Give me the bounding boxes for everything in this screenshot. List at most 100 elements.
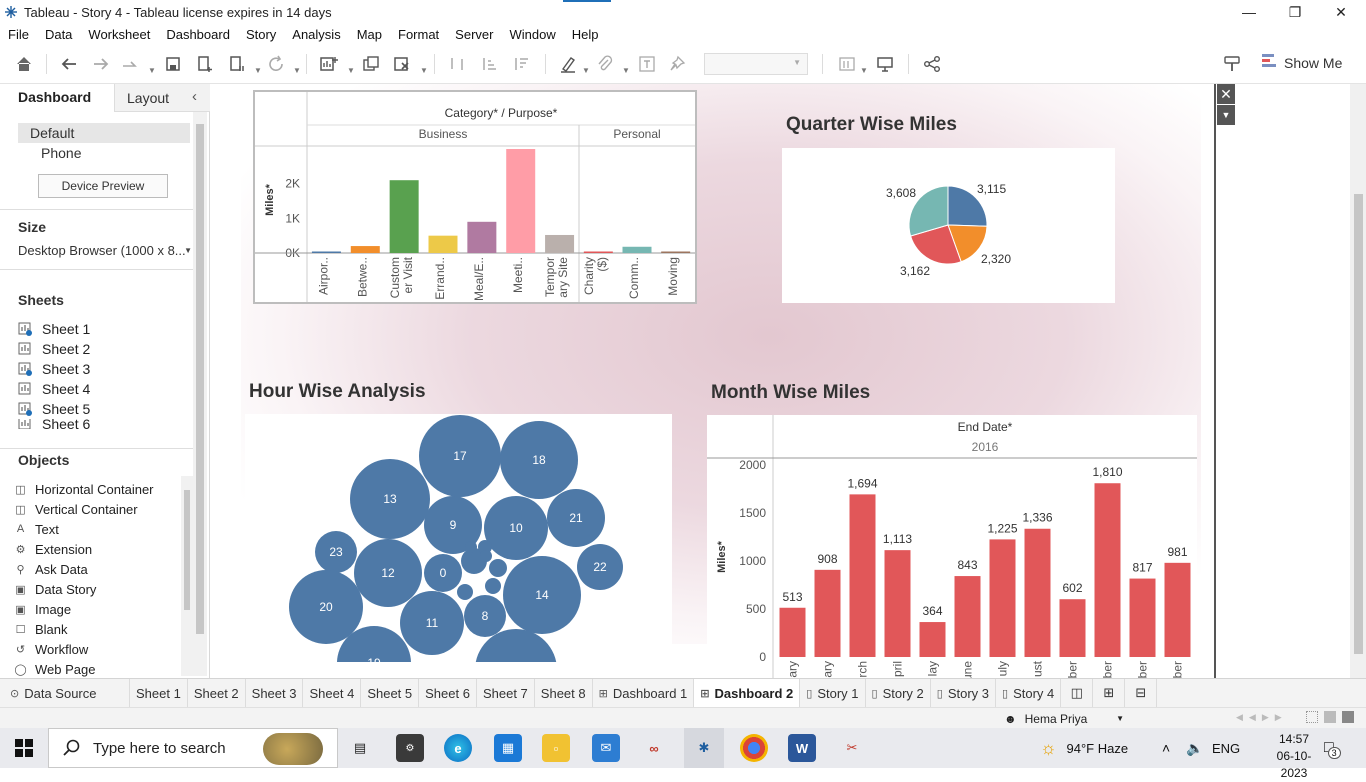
object-item[interactable]: ↺ Workflow xyxy=(14,639,88,659)
app-icon[interactable]: ⚙ xyxy=(396,734,424,762)
collapse-panel-icon[interactable]: ‹ xyxy=(192,88,197,105)
sheet-tab[interactable]: Sheet 6 xyxy=(419,679,477,707)
weather-widget[interactable]: ☼ 94°F Haze xyxy=(1040,728,1128,768)
fit-dropdown[interactable]: ▼ xyxy=(704,53,808,75)
sheet-tab[interactable]: Sheet 5 xyxy=(361,679,420,707)
media-icon[interactable]: ∞ xyxy=(640,734,668,762)
sheet-tab[interactable]: Sheet 8 xyxy=(535,679,593,707)
duplicate-icon[interactable] xyxy=(360,53,382,75)
sort-descending-icon[interactable] xyxy=(510,53,532,75)
search-box[interactable]: Type here to search xyxy=(48,728,338,768)
sheet-tab[interactable]: Sheet 3 xyxy=(246,679,304,707)
new-dashboard-tab-icon[interactable]: ⊞ xyxy=(1093,679,1126,707)
new-story-tab-icon[interactable]: ⊟ xyxy=(1125,679,1158,707)
volume-icon[interactable]: 🔈 xyxy=(1186,728,1203,768)
highlight-icon[interactable] xyxy=(557,53,579,75)
replay-icon[interactable] xyxy=(120,53,142,75)
sheet-tab[interactable]: ⊞ Dashboard 2 xyxy=(694,679,801,707)
object-item[interactable]: ⚙ Extension xyxy=(14,539,93,559)
presentation-mode-icon[interactable] xyxy=(874,53,896,75)
quarter-pie-panel[interactable]: 3,115 2,320 3,162 3,608 xyxy=(782,148,1115,303)
remove-container-icon[interactable]: ✕ xyxy=(1217,84,1235,104)
sheet-tab[interactable]: Sheet 2 xyxy=(188,679,246,707)
snipping-tool-icon[interactable]: ✂ xyxy=(838,734,866,762)
menu-format[interactable]: Format xyxy=(390,27,447,42)
edge-icon[interactable]: e xyxy=(444,734,472,762)
user-menu[interactable]: ☻ Hema Priya ▼ xyxy=(1004,710,1124,727)
sheet-item[interactable]: Sheet 1 xyxy=(18,319,90,339)
device-preview-button[interactable]: Device Preview xyxy=(38,174,168,198)
new-data-source-icon[interactable] xyxy=(194,53,216,75)
show-hidden-icons[interactable]: ˄ xyxy=(1162,728,1170,768)
save-icon[interactable] xyxy=(162,53,184,75)
new-worksheet-tab-icon[interactable]: ◫ xyxy=(1061,679,1094,707)
menu-window[interactable]: Window xyxy=(501,27,563,42)
pin-icon[interactable] xyxy=(666,53,688,75)
category-purpose-chart[interactable]: Category* / Purpose* Business Personal Mile… xyxy=(253,90,697,304)
object-item[interactable]: A Text xyxy=(14,519,59,539)
device-default[interactable]: Default xyxy=(18,123,190,143)
sheet-tab[interactable]: Sheet 4 xyxy=(303,679,362,707)
sheet-item[interactable]: Sheet 4 xyxy=(18,379,90,399)
object-item[interactable]: ⚲ Ask Data xyxy=(14,559,87,579)
hour-bubble-panel[interactable]: 17181391021231202214201181915 xyxy=(245,414,672,662)
left-panel-scrollbar[interactable] xyxy=(193,112,207,676)
text-box-icon[interactable] xyxy=(636,53,658,75)
notifications-button[interactable]: □ 3 xyxy=(1324,728,1341,768)
navigation-arrows[interactable]: ◀◀▶▶ xyxy=(1236,712,1288,723)
sheet-item[interactable]: Sheet 5 xyxy=(18,399,90,419)
sheet-tab[interactable]: ▯ Story 1 xyxy=(800,679,866,707)
sheet-tab[interactable]: ▯ Story 4 xyxy=(996,679,1062,707)
chrome-icon[interactable] xyxy=(740,734,768,762)
object-item[interactable]: ▣ Data Story xyxy=(14,579,96,599)
object-item[interactable]: ◯ Web Page xyxy=(14,659,95,679)
format-painter-icon[interactable] xyxy=(1222,53,1244,75)
show-cards-icon[interactable] xyxy=(836,53,858,75)
object-item[interactable]: ◫ Horizontal Container xyxy=(14,479,153,499)
canvas-scrollbar[interactable] xyxy=(1350,84,1366,678)
menu-worksheet[interactable]: Worksheet xyxy=(80,27,158,42)
object-item[interactable]: ▣ Image xyxy=(14,599,71,619)
device-phone[interactable]: Phone xyxy=(41,145,81,161)
sheet-tab[interactable]: ⊙ Data Source xyxy=(0,679,130,707)
refresh-icon[interactable] xyxy=(265,53,287,75)
close-window-button[interactable]: ✕ xyxy=(1318,0,1364,24)
menu-file[interactable]: File xyxy=(0,27,37,42)
clock[interactable]: 14:57 06-10-2023 xyxy=(1264,731,1324,782)
menu-map[interactable]: Map xyxy=(349,27,390,42)
share-icon[interactable] xyxy=(921,53,943,75)
sheet-tab[interactable]: Sheet 7 xyxy=(477,679,535,707)
word-icon[interactable]: W xyxy=(788,734,816,762)
month-bar-panel[interactable]: End Date* 2016 Miles* 2000 1500 1000 500 0 513 ar… xyxy=(707,415,1197,678)
show-me-button[interactable]: Show Me xyxy=(1262,54,1342,71)
minimize-button[interactable]: — xyxy=(1226,0,1272,24)
redo-icon[interactable] xyxy=(90,53,112,75)
sheet-tab[interactable]: ▯ Story 2 xyxy=(866,679,931,707)
sheet-item[interactable]: Sheet 6 xyxy=(18,419,90,429)
swap-icon[interactable] xyxy=(446,53,468,75)
attach-icon[interactable] xyxy=(594,53,616,75)
menu-story[interactable]: Story xyxy=(238,27,284,42)
tableau-taskbar-icon[interactable]: ✱ xyxy=(684,728,724,768)
object-item[interactable]: ◫ Vertical Container xyxy=(14,499,137,519)
menu-dashboard[interactable]: Dashboard xyxy=(158,27,238,42)
container-menu-icon[interactable]: ▼ xyxy=(1217,105,1235,125)
mail-icon[interactable]: ✉ xyxy=(592,734,620,762)
menu-help[interactable]: Help xyxy=(564,27,607,42)
objects-scrollbar[interactable] xyxy=(181,476,193,676)
new-worksheet-icon[interactable] xyxy=(318,53,340,75)
language-indicator[interactable]: ENG xyxy=(1212,728,1240,768)
sheet-tab[interactable]: ⊞ Dashboard 1 xyxy=(593,679,695,707)
sheet-item[interactable]: Sheet 3 xyxy=(18,359,90,379)
menu-server[interactable]: Server xyxy=(447,27,501,42)
store-icon[interactable]: ▦ xyxy=(494,734,522,762)
sheet-item[interactable]: Sheet 2 xyxy=(18,339,90,359)
home-icon[interactable] xyxy=(13,53,35,75)
undo-icon[interactable] xyxy=(58,53,80,75)
start-button[interactable] xyxy=(0,728,48,768)
pause-updates-icon[interactable] xyxy=(226,53,248,75)
menu-data[interactable]: Data xyxy=(37,27,80,42)
tab-dashboard[interactable]: Dashboard xyxy=(0,84,114,112)
view-toggles[interactable] xyxy=(1306,711,1354,723)
object-item[interactable]: ☐ Blank xyxy=(14,619,68,639)
